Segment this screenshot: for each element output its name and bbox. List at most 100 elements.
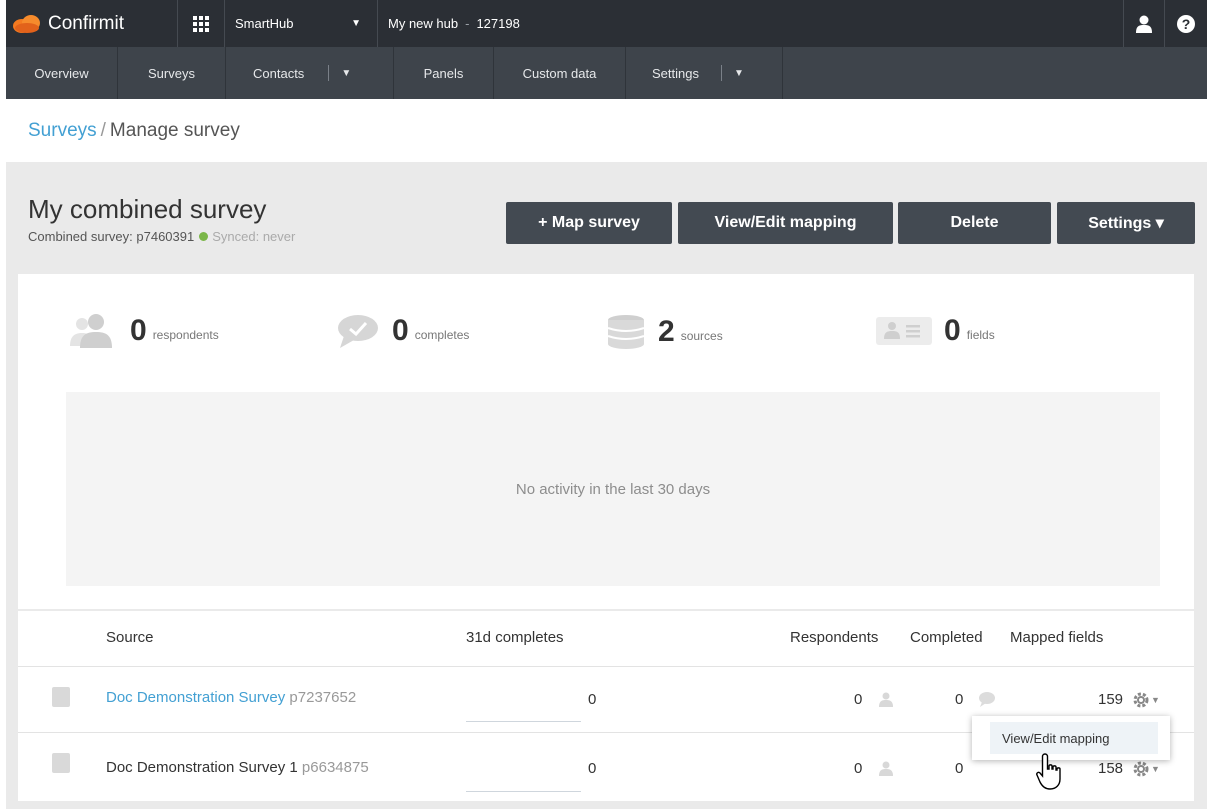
nav-overview[interactable]: Overview (6, 47, 118, 99)
caret-down-icon[interactable]: ▼ (734, 68, 744, 79)
nav-custom-data-label: Custom data (522, 65, 597, 81)
row-context-menu: View/Edit mapping (972, 716, 1170, 760)
sync-status-dot (199, 232, 209, 241)
column-header-completed: Completed (910, 629, 983, 646)
top-bar: Confirmit SmartHub ▼ My new hub - 127198… (6, 0, 1207, 47)
fields-icon (876, 317, 932, 345)
completes-31d-value: 0 (588, 760, 597, 777)
source-link[interactable]: Doc Demonstration Survey (106, 689, 285, 706)
main-nav: Overview Surveys Contacts ▼ Panels Custo… (6, 47, 1207, 99)
stat-fields: 0 fields (876, 314, 995, 348)
source-name-cell: Doc Demonstration Survey 1 p6634875 (106, 759, 369, 776)
stats-card: 0 respondents 0 completes 2 sources 0 fi… (18, 274, 1194, 609)
hub-separator: - (465, 16, 470, 31)
nav-surveys-label: Surveys (148, 65, 195, 81)
completed-value: 0 (955, 691, 964, 708)
help-icon: ? (1177, 14, 1195, 33)
nav-overview-label: Overview (34, 65, 89, 81)
completes-sparkline (466, 721, 581, 722)
help-button[interactable]: ? (1165, 0, 1207, 47)
caret-down-icon[interactable]: ▼ (341, 68, 351, 79)
page-title: My combined survey (28, 194, 267, 224)
caret-down-icon: ▼ (351, 18, 361, 29)
stat-sources: 2 sources (606, 314, 723, 350)
survey-file-icon (52, 753, 70, 773)
apps-grid-icon (193, 15, 209, 32)
settings-button[interactable]: Settings ▾ (1057, 202, 1195, 244)
cloud-logo-icon (13, 14, 40, 33)
respondents-value: 0 (854, 691, 863, 708)
source-name[interactable]: Doc Demonstration Survey 1 (106, 759, 298, 776)
stat-completes: 0 completes (336, 314, 469, 348)
person-icon (879, 761, 893, 776)
nav-contacts-label: Contacts (253, 65, 305, 81)
hand-pointer-cursor-icon (1036, 753, 1061, 790)
nav-settings[interactable]: Settings ▼ (626, 47, 783, 99)
row-settings-menu[interactable]: ▼ (1132, 760, 1160, 778)
respondents-label: respondents (152, 328, 219, 342)
completes-label: completes (414, 328, 470, 342)
column-header-source: Source (106, 629, 154, 646)
survey-subtitle: Combined survey: p7460391 Synced: never (28, 229, 295, 244)
completes-count: 0 (392, 314, 409, 347)
hub-select-label: SmartHub (235, 16, 294, 31)
column-header-respondents: Respondents (790, 629, 879, 646)
hub-id: 127198 (476, 16, 520, 31)
sources-table: Source 31d completes Respondents Complet… (18, 611, 1194, 801)
gear-icon (1133, 692, 1149, 708)
mapped-fields-value: 159 (1098, 691, 1124, 708)
survey-file-icon (52, 687, 70, 707)
table-divider (18, 666, 1194, 667)
breadcrumb-separator: / (100, 120, 106, 141)
brand-logo[interactable]: Confirmit (12, 0, 172, 47)
activity-chart-area: No activity in the last 30 days (66, 392, 1160, 586)
nav-contacts[interactable]: Contacts ▼ (226, 47, 394, 99)
fields-label: fields (966, 328, 995, 342)
nav-custom-data[interactable]: Custom data (494, 47, 626, 99)
source-name-cell: Doc Demonstration Survey p7237652 (106, 689, 356, 706)
sources-count: 2 (658, 315, 675, 348)
source-id: p7237652 (289, 689, 357, 706)
respondents-icon (70, 314, 112, 348)
survey-panel: My combined survey Combined survey: p746… (6, 162, 1207, 809)
activity-empty-text: No activity in the last 30 days (515, 480, 711, 498)
breadcrumb: Surveys / Manage survey (28, 120, 240, 142)
breadcrumb-current: Manage survey (109, 120, 240, 141)
person-icon (879, 692, 893, 707)
survey-id-text: Combined survey: p7460391 (28, 229, 195, 244)
user-icon (1136, 15, 1152, 33)
caret-down-icon: ▼ (1151, 764, 1160, 774)
caret-down-icon: ▼ (1151, 695, 1160, 705)
respondents-count: 0 (130, 314, 147, 347)
brand-name: Confirmit (48, 12, 125, 34)
completes-sparkline (466, 791, 581, 792)
sync-status-text: Synced: never (212, 229, 296, 244)
nav-divider (720, 65, 722, 81)
user-menu-button[interactable] (1124, 0, 1164, 47)
breadcrumb-surveys-link[interactable]: Surveys (28, 120, 97, 141)
sources-label: sources (680, 329, 723, 343)
mapped-fields-value: 158 (1098, 760, 1124, 777)
column-header-31d-completes: 31d completes (466, 629, 564, 646)
map-survey-button[interactable]: + Map survey (506, 202, 672, 244)
menu-item-view-edit-mapping[interactable]: View/Edit mapping (990, 722, 1158, 754)
nav-settings-label: Settings (652, 65, 699, 81)
nav-panels[interactable]: Panels (394, 47, 494, 99)
row-settings-menu[interactable]: ▼ (1132, 691, 1160, 709)
completed-value: 0 (955, 760, 964, 777)
gear-icon (1133, 761, 1149, 777)
source-id: p6634875 (301, 759, 369, 776)
sources-icon (607, 315, 645, 349)
delete-button[interactable]: Delete (898, 202, 1051, 244)
fields-count: 0 (944, 314, 961, 347)
hub-select[interactable]: SmartHub ▼ (225, 0, 377, 47)
view-edit-mapping-button[interactable]: View/Edit mapping (678, 202, 893, 244)
completes-31d-value: 0 (588, 691, 597, 708)
chat-bubble-icon (979, 692, 995, 707)
stat-respondents: 0 respondents (66, 314, 219, 348)
apps-button[interactable] (178, 0, 224, 47)
hub-name: My new hub - 127198 (378, 0, 678, 47)
nav-surveys[interactable]: Surveys (118, 47, 226, 99)
column-header-mapped-fields: Mapped fields (1010, 629, 1104, 646)
completes-icon (338, 315, 378, 348)
